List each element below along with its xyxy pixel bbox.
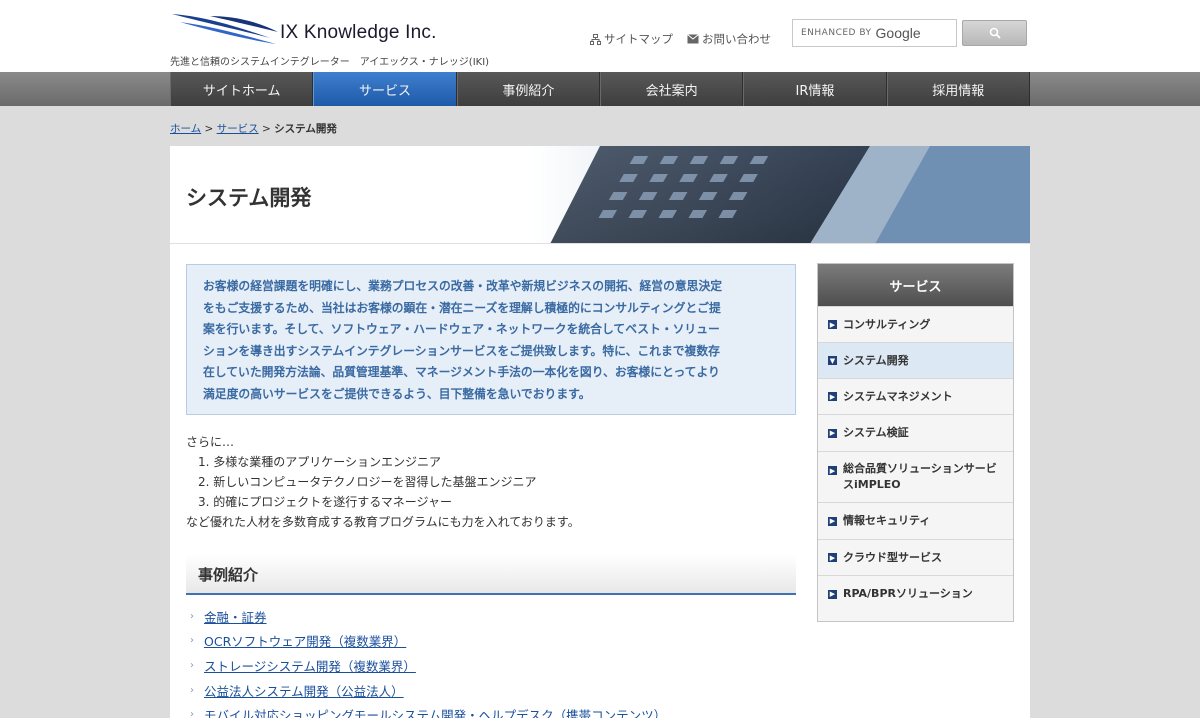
sitemap-link[interactable]: サイトマップ: [590, 31, 673, 47]
nav-item-cases[interactable]: 事例紹介: [456, 72, 600, 106]
case-link[interactable]: OCRソフトウェア開発（複数業界）: [204, 631, 406, 650]
side-item-system-development[interactable]: ▼ システム開発: [818, 342, 1013, 378]
nav-item-recruit[interactable]: 採用情報: [886, 72, 1030, 106]
intro-line: をもご支援するため、当社はお客様の顕在・潜在ニーズを理解し積極的にコンサルティン…: [203, 300, 721, 315]
case-link[interactable]: 金融・証券: [204, 607, 267, 626]
search-input[interactable]: ENHANCED BY Google: [792, 19, 957, 47]
search-button[interactable]: [962, 20, 1027, 46]
search-icon: [989, 27, 1001, 39]
side-item-implEO[interactable]: ▶ 総合品質ソリューションサービスiMPLEO: [818, 451, 1013, 502]
side-item-label: 情報セキュリティ: [843, 514, 931, 527]
main-nav: サイトホーム サービス 事例紹介 会社案内 IR情報 採用情報: [170, 72, 1030, 106]
chevron-right-icon: ▶: [828, 553, 837, 562]
chevron-right-icon: ›: [190, 635, 194, 647]
chevron-right-icon: ›: [190, 709, 194, 718]
intro-line: 在していた開発方法論、品質管理基準、マネージメント手法の一本化を図り、お客様にと…: [203, 365, 720, 379]
side-item-rpa[interactable]: ▶ RPA/BPRソリューション: [818, 575, 1013, 612]
company-name: IX Knowledge Inc.: [280, 22, 437, 43]
side-item-system-verification[interactable]: ▶ システム検証: [818, 414, 1013, 451]
side-item-system-management[interactable]: ▶ システムマネジメント: [818, 378, 1013, 414]
side-menu-title: サービス: [818, 264, 1013, 306]
site-header: IX Knowledge Inc. 先進と信頼のシステムインテグレーター アイエ…: [0, 0, 1200, 72]
case-link[interactable]: ストレージシステム開発（複数業界）: [204, 656, 416, 675]
company-logo[interactable]: IX Knowledge Inc. 先進と信頼のシステムインテグレーター アイエ…: [170, 8, 489, 68]
breadcrumb-current: システム開発: [274, 123, 337, 135]
list-item: 3. 的確にプロジェクトを遂行するマネージャー: [198, 495, 452, 509]
side-item-label: クラウド型サービス: [843, 550, 942, 564]
side-item-label: コンサルティング: [843, 317, 931, 331]
more-intro: さらに…: [186, 435, 235, 449]
chevron-right-icon: ›: [190, 684, 194, 696]
side-item-label: 総合品質ソリューションサービスiMPLEO: [843, 462, 997, 491]
intro-line: お客様の経営課題を明確にし、業務プロセスの改善・改革や新規ビジネスの開拓、経営の…: [203, 279, 723, 293]
search-google-label: Google: [875, 25, 921, 41]
nav-item-service[interactable]: サービス: [313, 72, 457, 106]
case-link[interactable]: モバイル対応ショッピングモールシステム開発・ヘルプデスク（携帯コンテンツ）: [204, 705, 666, 718]
content-panel: システム開発 お客様の経営課題を明確にし、業務プロセスの改善・改革や新規ビジネス…: [170, 146, 1030, 718]
chevron-right-icon: ▶: [828, 320, 837, 329]
sitemap-label: サイトマップ: [604, 32, 673, 46]
chevron-right-icon: ▶: [828, 428, 837, 438]
intro-line: ションを導き出すシステムインテグレーションサービスをご提供致します。特に、これま…: [203, 343, 720, 358]
cases-heading: 事例紹介: [186, 555, 796, 595]
side-item-consulting[interactable]: ▶ コンサルティング: [818, 306, 1013, 342]
intro-box: お客様の経営課題を明確にし、業務プロセスの改善・改革や新規ビジネスの開拓、経営の…: [186, 264, 796, 415]
side-item-label: システムマネジメント: [843, 389, 953, 403]
nav-item-company[interactable]: 会社案内: [599, 72, 744, 106]
side-item-cloud[interactable]: ▶ クラウド型サービス: [818, 539, 1013, 575]
breadcrumb-separator: >: [258, 123, 275, 135]
breadcrumb-service[interactable]: サービス: [217, 123, 259, 135]
case-link[interactable]: 公益法人システム開発（公益法人）: [204, 681, 404, 700]
page-title: システム開発: [186, 186, 312, 210]
nav-item-ir[interactable]: IR情報: [743, 72, 887, 106]
more-outro: など優れた人材を多数育成する教育プログラムにも力を入れております。: [186, 515, 580, 529]
intro-line: 満足度の高いサービスをご提供できるよう、目下整備を急いでおります。: [203, 386, 591, 401]
case-item[interactable]: › 公益法人システム開発（公益法人）: [190, 678, 830, 703]
chevron-right-icon: ▶: [828, 466, 837, 475]
chevron-right-icon: ›: [190, 610, 194, 622]
mail-icon: [687, 34, 699, 44]
sitemap-icon: [590, 33, 601, 45]
contact-link[interactable]: お問い合わせ: [687, 31, 771, 47]
chevron-right-icon: ▶: [828, 516, 837, 526]
breadcrumb-home[interactable]: ホーム: [170, 123, 201, 135]
case-item[interactable]: › OCRソフトウェア開発（複数業界）: [190, 629, 830, 654]
additional-info: さらに… 1. 多様な業種のアプリケーションエンジニア 2. 新しいコンピュータ…: [186, 432, 796, 532]
chevron-down-icon: ▼: [828, 356, 837, 365]
side-item-label: システム検証: [843, 426, 909, 439]
intro-line: 案を行います。そして、ソフトウェア・ハードウェア・ネットワークを統合してベスト・…: [203, 322, 720, 336]
page-hero: システム開発: [170, 146, 1030, 244]
nav-item-home[interactable]: サイトホーム: [170, 72, 314, 106]
case-item[interactable]: › ストレージシステム開発（複数業界）: [190, 653, 830, 678]
list-item: 2. 新しいコンピュータテクノロジーを習得した基盤エンジニア: [198, 475, 537, 489]
breadcrumb-separator: >: [201, 123, 217, 135]
service-side-menu: サービス ▶ コンサルティング ▼ システム開発 ▶ システムマネジメント ▶ システム…: [817, 263, 1014, 622]
chevron-right-icon: ▶: [828, 589, 837, 599]
utility-links: サイトマップ お問い合わせ: [590, 31, 771, 47]
hero-divider: [170, 243, 1030, 244]
chevron-right-icon: ›: [190, 659, 194, 671]
chevron-right-icon: ▶: [828, 392, 837, 401]
contact-label: お問い合わせ: [702, 32, 771, 46]
cases-list: › 金融・証券 › OCRソフトウェア開発（複数業界） › ストレージシステム開発（複…: [190, 604, 830, 718]
company-tagline: 先進と信頼のシステムインテグレーター アイエックス・ナレッジ(IKI): [170, 57, 490, 68]
side-item-label: RPA/BPRソリューション: [843, 587, 973, 600]
list-item: 1. 多様な業種のアプリケーションエンジニア: [198, 455, 442, 469]
case-item[interactable]: › 金融・証券: [190, 604, 830, 629]
search-enhanced-label: ENHANCED BY: [801, 28, 872, 38]
case-item[interactable]: › モバイル対応ショッピングモールシステム開発・ヘルプデスク（携帯コンテンツ）: [190, 702, 830, 718]
breadcrumb: ホーム > サービス > システム開発: [170, 121, 337, 136]
logo-swoosh-icon: [172, 14, 278, 44]
side-item-label: システム開発: [843, 353, 909, 367]
side-item-security[interactable]: ▶ 情報セキュリティ: [818, 502, 1013, 539]
